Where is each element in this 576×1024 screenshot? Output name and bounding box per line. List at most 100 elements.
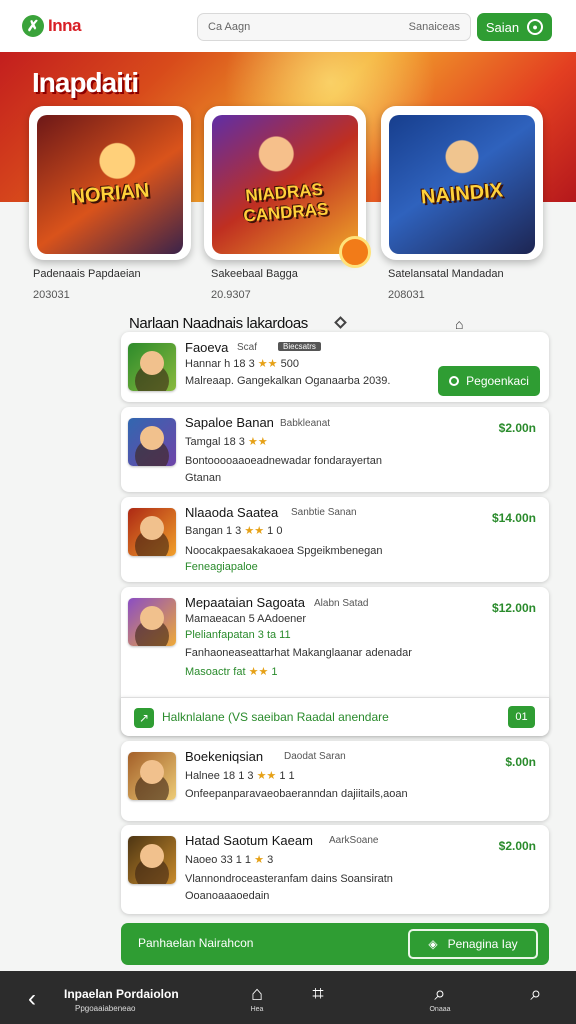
game-price: $2.00n [498, 839, 536, 853]
bottom-navigation: ‹ Inpaelan Pordaiolon Ppgoaaiabeneao ⌂ H… [0, 971, 576, 1024]
controller-icon: ◈ [428, 937, 438, 951]
star-rating: ★★ [257, 358, 278, 370]
game-thumbnail [128, 343, 176, 391]
featured-game-art: NAINDIX [389, 115, 535, 254]
game-list-item[interactable]: Mepaataian Sagoata Alabn Satad $12.00n M… [121, 587, 549, 736]
game-developer: Babkleanat [280, 418, 331, 429]
game-list-item[interactable]: Hatad Saotum Kaeam AarkSoane $2.00n Naoe… [121, 825, 549, 914]
home-nav-item[interactable]: ⌂ Hea [233, 984, 281, 1013]
promotion-text: Halknlalane (VS saeiban Raadal anendare [162, 710, 389, 724]
promotion-badge[interactable]: 01 [508, 706, 535, 728]
star-rating: ★★ [256, 770, 277, 782]
game-list-item[interactable]: Boekeniqsian Daodat Saran $.00n Halnee 1… [121, 741, 549, 821]
promotion-banner[interactable]: ↗ Halknlalane (VS saeiban Raadal anendar… [121, 697, 549, 736]
game-title: Sapaloe Banan [185, 415, 274, 430]
sign-in-button[interactable]: Saian ● [477, 13, 552, 41]
featured-game-meta: Satelansatal Mandadan 208031 [388, 268, 548, 301]
rating-text: Masoactr fat [185, 666, 246, 678]
featured-art-title: NAINDIX [420, 179, 504, 209]
game-list-item[interactable]: Faoeva Scaf Biecsatrs Hannar h 18 3 ★★ 5… [121, 332, 549, 402]
bottom-action-button[interactable]: ◈ Penagina Iay [408, 929, 538, 959]
grid-icon: ⌗ [312, 983, 324, 1005]
star-rating: ★★ [248, 436, 268, 448]
game-price: $12.00n [491, 601, 536, 615]
featured-game-date: 20.9307 [211, 289, 251, 301]
game-description-extra: Gtanan [185, 472, 222, 484]
game-list-item[interactable]: Sapaloe Banan Babkleanat $2.00n Tamgal 1… [121, 407, 549, 492]
featured-game-meta: Padenaais Papdaeian 203031 [33, 268, 193, 301]
featured-art-title: NIADRAS CANDRAS [242, 179, 329, 226]
game-title: Hatad Saotum Kaeam [185, 833, 313, 848]
navigation-title: Inpaelan Pordaiolon [64, 987, 179, 1001]
share-icon[interactable]: ⌂ [455, 316, 463, 332]
game-highlight: Plelianfapatan 3 ta 11 [185, 629, 291, 641]
rating-text: Naoeo 33 1 1 [185, 854, 252, 866]
search-label: Onaaa [429, 1006, 451, 1013]
game-price: $14.00n [491, 511, 536, 525]
game-price: $.00n [505, 755, 536, 769]
game-developer: AarkSoane [329, 835, 379, 846]
star-rating: ★★ [244, 525, 265, 537]
rating-line: Naoeo 33 1 1 ★ 3 [185, 853, 273, 866]
get-game-button[interactable]: Pegoenkaci [438, 366, 540, 396]
rating-line: Hannar h 18 3 ★★ 500 [185, 357, 299, 370]
home-icon: ⌂ [250, 983, 264, 1005]
sign-in-label: Saian [485, 19, 520, 35]
featured-game-card[interactable]: NORIAN [29, 106, 191, 260]
rating-extra: 1 [271, 666, 278, 678]
game-description-extra: Feneagiapaloe [185, 561, 258, 573]
game-description-extra: Ooanoaaaoedain [185, 890, 270, 902]
star-rating: ★★ [248, 666, 269, 678]
game-developer: Alabn Satad [314, 598, 369, 609]
game-list-item[interactable]: Nlaaoda Saatea Sanbtie Sanan $14.00n Ban… [121, 497, 549, 582]
game-description: Fanhaoneaseattarhat Makanglaanar adenada… [185, 647, 412, 659]
grid-nav-item[interactable]: ⌗ [294, 984, 342, 1004]
game-thumbnail [128, 836, 176, 884]
game-description: Onfeepanparavaeobaeranndan dajiitails,ao… [185, 788, 408, 800]
featured-game-card[interactable]: NIADRAS CANDRAS [204, 106, 366, 260]
game-title: Mepaataian Sagoata [185, 595, 305, 610]
bottom-action-banner[interactable]: Panhaelan Nairahcon ◈ Penagina Iay [121, 923, 549, 965]
rating-extra: 3 [267, 854, 274, 866]
rating-line: Masoactr fat ★★ 1 [185, 665, 278, 678]
coin-badge-icon [339, 236, 371, 268]
game-thumbnail [128, 418, 176, 466]
back-icon[interactable]: ‹ [28, 985, 36, 1013]
featured-game-art: NIADRAS CANDRAS [212, 115, 358, 254]
rating-line: Halnee 18 1 3 ★★ 1 1 [185, 769, 295, 782]
featured-game-title: Satelansatal Mandadan [388, 268, 504, 280]
game-title: Boekeniqsian [185, 749, 264, 764]
search-left-label: Ca Aagn [208, 21, 251, 33]
brand-name: Inna [48, 16, 81, 35]
get-game-label: Pegoenkaci [466, 374, 529, 388]
game-description: Malreaap. Gangekalkan Oganaarba 2039. [185, 375, 391, 387]
home-label: Hea [250, 1006, 264, 1013]
search-placeholder: Sanaiceas [408, 21, 460, 33]
featured-game-title: Sakeebaal Bagga [211, 268, 298, 280]
featured-game-card[interactable]: NAINDIX [381, 106, 543, 260]
top-bar: ✗ Inna Ca Aagn Sanaiceas Saian ● [0, 0, 576, 52]
navigation-subtitle: Ppgoaaiabeneao [75, 1004, 136, 1013]
game-list-section: Narlaan Naadnais lakardoas ⌂ Faoeva Scaf… [121, 305, 549, 971]
game-price: $2.00n [498, 421, 536, 435]
brand-logo[interactable]: ✗ Inna [22, 15, 182, 37]
search-nav-item[interactable]: ⌕ Onaaa [416, 984, 464, 1013]
app-store-screen: ✗ Inna Ca Aagn Sanaiceas Saian ● Inapdai… [0, 0, 576, 1024]
bottom-action-label: Panhaelan Nairahcon [138, 936, 254, 950]
game-thumbnail [128, 752, 176, 800]
rating-text: Halnee 18 1 3 [185, 770, 254, 782]
rating-text: Bangan 1 3 [185, 525, 242, 537]
hero-title: Inapdaiti [32, 67, 139, 98]
featured-game-title: Padenaais Papdaeian [33, 268, 141, 280]
game-developer: Daodat Saran [284, 751, 346, 762]
featured-game-art: NORIAN [37, 115, 183, 254]
rating-extra: 1 0 [267, 525, 283, 537]
game-subtitle: Mamaeacan 5 AAdoener [185, 613, 307, 625]
rating-text: Tamgal 18 3 [185, 436, 245, 448]
circle-icon [449, 376, 460, 386]
search-icon-button[interactable]: ⌕ [512, 984, 560, 1004]
search-input[interactable]: Ca Aagn Sanaiceas [197, 13, 471, 41]
user-icon: ● [527, 19, 544, 35]
promotion-icon: ↗ [134, 708, 154, 728]
search-icon: ⌕ [530, 983, 542, 1005]
